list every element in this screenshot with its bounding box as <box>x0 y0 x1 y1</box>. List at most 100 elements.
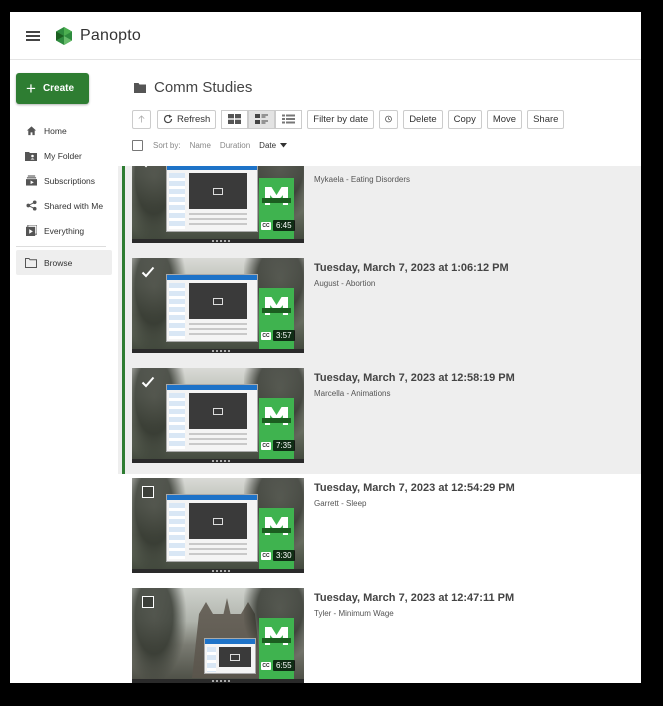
sort-by-date[interactable]: Date <box>259 140 288 150</box>
refresh-icon <box>163 114 173 124</box>
history-button[interactable] <box>379 109 399 129</box>
checkmark-icon <box>141 376 154 387</box>
duration-badge: 7:35 <box>273 440 295 451</box>
main-content: Comm Studies Refresh Filter by date Dele… <box>118 60 641 683</box>
delete-button[interactable]: Delete <box>403 109 443 129</box>
sort-bar: Sort by: Name Duration Date <box>132 138 296 152</box>
session-thumbnail[interactable]: CC 7:35 <box>132 368 304 463</box>
session-description: Garrett - Sleep <box>314 499 367 508</box>
session-description: Mykaela - Eating Disorders <box>314 175 411 184</box>
sidebar-item-subscriptions[interactable]: Subscriptions <box>16 168 112 193</box>
row-checkbox-checked[interactable] <box>140 264 155 279</box>
checkmark-icon <box>144 166 147 167</box>
create-button[interactable]: + Create <box>16 73 89 104</box>
folder-outline-icon <box>25 257 37 269</box>
grid-view-button[interactable] <box>221 109 249 129</box>
row-checkbox-checked[interactable] <box>140 166 155 169</box>
sidebar-item-shared-with-me[interactable]: Shared with Me <box>16 193 112 218</box>
sidebar-item-everything[interactable]: Everything <box>16 218 112 243</box>
session-title[interactable]: Tuesday, March 7, 2023 at 1:06:12 PM <box>314 262 509 274</box>
session-thumbnail[interactable]: CC 3:30 <box>132 478 304 573</box>
move-button[interactable]: Move <box>486 109 523 129</box>
create-label: Create <box>42 83 75 94</box>
session-title[interactable]: Tuesday, March 7, 2023 at 12:54:29 PM <box>314 482 515 494</box>
closed-caption-icon: CC <box>261 222 271 230</box>
closed-caption-icon: CC <box>261 662 271 670</box>
subscriptions-icon <box>25 175 37 187</box>
share-icon <box>25 200 37 212</box>
sidebar-item-label: Shared with Me <box>44 200 104 211</box>
sidebar-item-home[interactable]: Home <box>16 118 112 143</box>
sort-by-duration[interactable]: Duration <box>220 141 250 150</box>
page-title: Comm Studies <box>134 79 252 96</box>
sidebar-item-label: Home <box>44 125 67 136</box>
logo[interactable]: Panopto <box>54 26 141 46</box>
sort-date-label: Date <box>259 140 277 150</box>
select-all-checkbox[interactable] <box>132 139 143 151</box>
session-thumbnail[interactable]: CC 6:55 <box>132 588 304 683</box>
session-thumbnail[interactable]: CC 3:57 <box>132 258 304 353</box>
duration-badge: 3:57 <box>273 330 295 341</box>
panopto-window: Panopto + Create Home My Folder Subscrip… <box>10 12 641 683</box>
checkmark-icon <box>141 266 154 277</box>
up-button[interactable] <box>132 109 151 129</box>
filter-by-date-button[interactable]: Filter by date <box>307 109 375 129</box>
filter-label: Filter by date <box>313 113 369 125</box>
arrow-up-icon <box>138 115 145 123</box>
detail-view-button[interactable] <box>248 109 276 129</box>
sidebar-nav: Home My Folder Subscriptions Shared with… <box>16 118 112 275</box>
session-description: Tyler - Minimum Wage <box>314 609 394 618</box>
share-label: Share <box>533 113 559 125</box>
session-description: August - Abortion <box>314 279 376 288</box>
closed-caption-icon: CC <box>261 442 271 450</box>
sidebar-item-label: Everything <box>44 225 85 236</box>
toolbar: Refresh Filter by date Delete Copy Move … <box>132 109 569 129</box>
home-icon <box>25 125 37 137</box>
refresh-button[interactable]: Refresh <box>157 109 217 129</box>
session-title[interactable]: Tuesday, March 7, 2023 at 12:58:19 PM <box>314 372 515 384</box>
folder-icon <box>134 82 146 93</box>
duration-badge: 3:30 <box>273 550 295 561</box>
grid-icon <box>228 114 242 124</box>
delete-label: Delete <box>409 113 437 125</box>
session-title[interactable]: Tuesday, March 7, 2023 at 12:47:11 PM <box>314 592 514 604</box>
folder-title-text: Comm Studies <box>154 79 253 96</box>
session-thumbnail[interactable]: CC 6:45 <box>132 166 304 243</box>
session-row[interactable]: CC 3:30 Tuesday, March 7, 2023 at 12:54:… <box>118 474 641 584</box>
top-bar: Panopto <box>10 12 641 60</box>
closed-caption-icon: CC <box>261 332 271 340</box>
copy-button[interactable]: Copy <box>447 109 482 129</box>
detail-list-icon <box>255 114 269 124</box>
caret-down-icon <box>280 142 288 147</box>
sidebar: + Create Home My Folder Subscriptions Sh… <box>10 60 118 683</box>
list-icon <box>282 114 296 124</box>
row-checkbox[interactable] <box>142 486 154 498</box>
session-row[interactable]: CC 6:55 Tuesday, March 7, 2023 at 12:47:… <box>118 584 641 683</box>
panopto-logo-icon <box>56 26 72 45</box>
plus-icon: + <box>26 79 36 98</box>
sidebar-item-browse[interactable]: Browse <box>16 250 112 275</box>
session-row[interactable]: CC 6:45 Mykaela - Eating Disorders <box>118 166 641 254</box>
session-row[interactable]: CC 7:35 Tuesday, March 7, 2023 at 12:58:… <box>118 364 641 474</box>
view-toggle <box>221 109 303 129</box>
refresh-label: Refresh <box>177 113 211 125</box>
menu-icon[interactable] <box>26 30 40 41</box>
app-name: Panopto <box>80 26 142 44</box>
list-view-button[interactable] <box>275 109 303 129</box>
share-button[interactable]: Share <box>527 109 565 129</box>
session-row[interactable]: CC 3:57 Tuesday, March 7, 2023 at 1:06:1… <box>118 254 641 364</box>
copy-label: Copy <box>453 113 476 125</box>
sidebar-item-label: Subscriptions <box>44 175 96 186</box>
row-checkbox-checked[interactable] <box>140 374 155 389</box>
session-description: Marcella - Animations <box>314 389 391 398</box>
row-checkbox[interactable] <box>142 596 154 608</box>
sort-by-name[interactable]: Name <box>190 141 211 150</box>
closed-caption-icon: CC <box>261 552 271 560</box>
user-folder-icon <box>25 150 37 162</box>
sidebar-divider <box>16 246 106 247</box>
sidebar-item-my-folder[interactable]: My Folder <box>16 143 112 168</box>
everything-icon <box>25 225 37 237</box>
sort-label: Sort by: <box>153 140 181 150</box>
duration-badge: 6:55 <box>273 660 295 671</box>
move-label: Move <box>492 113 517 125</box>
